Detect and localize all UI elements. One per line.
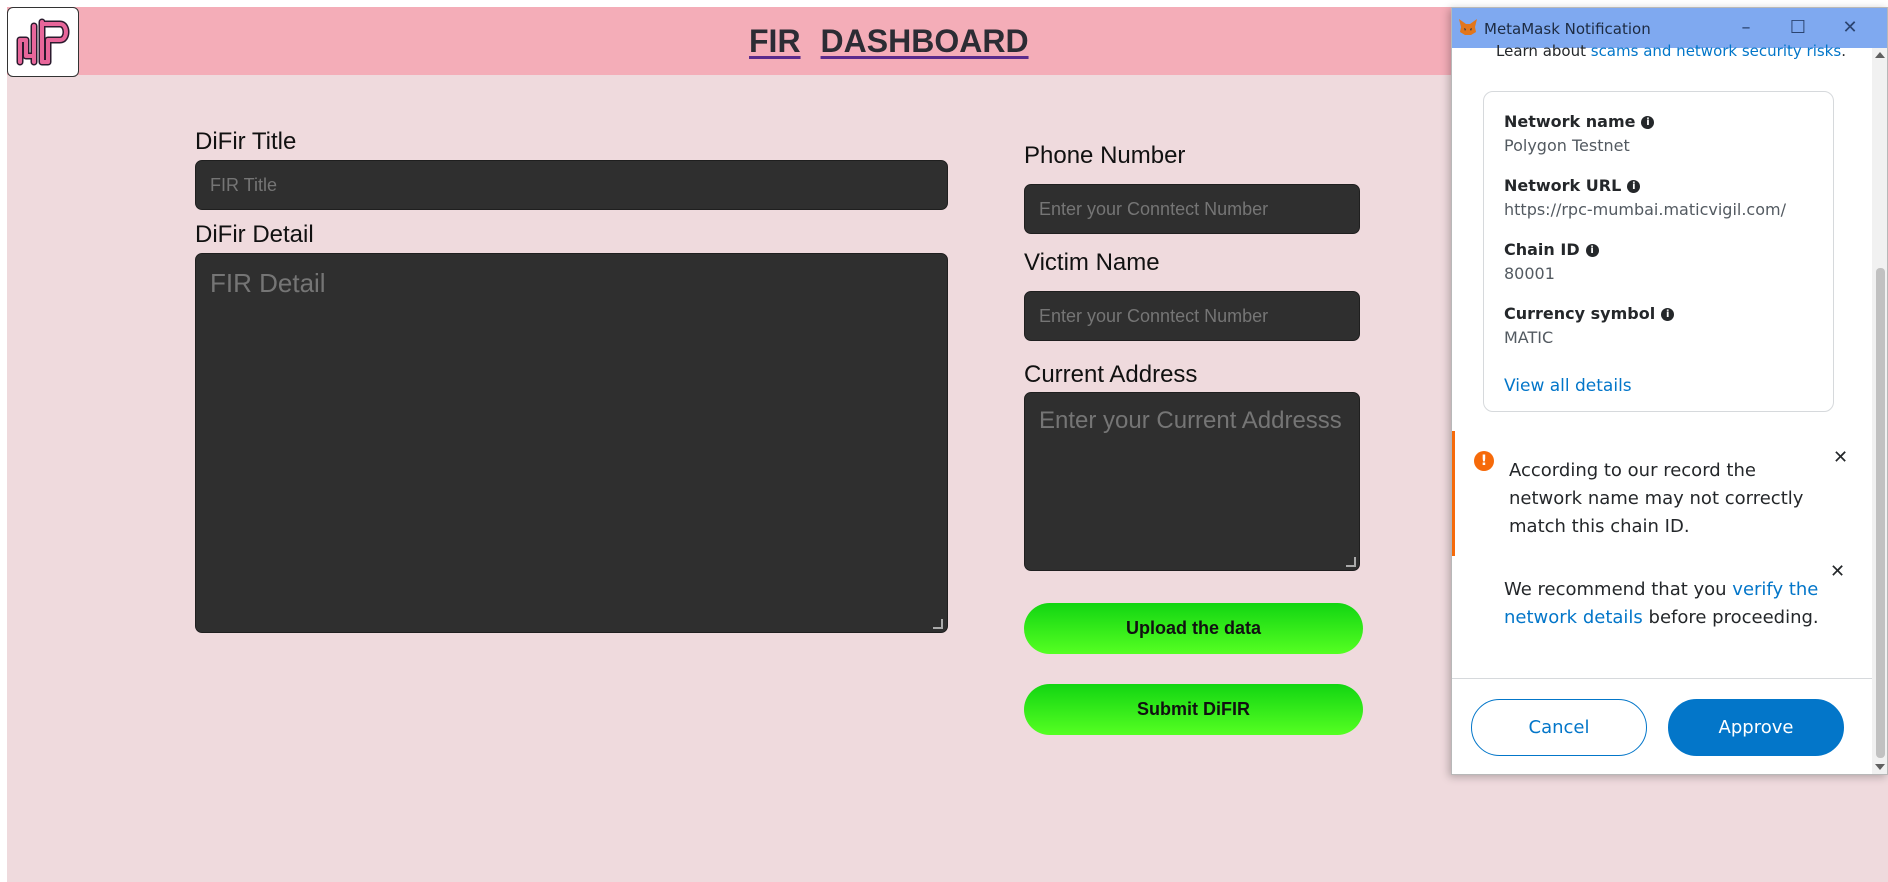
warning-text: According to our record the network name… [1509,460,1804,537]
difir-title-input[interactable] [195,160,948,210]
upload-data-button[interactable]: Upload the data [1024,603,1363,654]
minimize-icon[interactable]: – [1734,16,1758,40]
current-address-label: Current Address [1024,361,1198,388]
current-address-textarea[interactable] [1024,392,1360,571]
warning-icon: ! [1474,451,1494,471]
page-title: FIR DASHBOARD [749,23,1029,60]
difir-detail-label: DiFir Detail [195,221,314,248]
view-all-details-link[interactable]: View all details [1504,376,1632,396]
metamask-fox-icon [1459,19,1477,35]
info-icon[interactable]: i [1627,180,1641,193]
recommendation-text: We recommend that you verify the network… [1504,576,1834,632]
scrollbar[interactable] [1872,48,1887,774]
info-icon[interactable]: i [1661,308,1675,321]
dp-logo-icon[interactable] [7,7,79,77]
network-url-key: Network URL i [1504,176,1641,195]
chain-id-key: Chain ID i [1504,240,1599,259]
network-url-label: Network URL [1504,176,1622,195]
scroll-down-icon[interactable] [1875,764,1885,770]
maximize-icon[interactable]: ☐ [1786,16,1810,40]
victim-name-input[interactable] [1024,291,1360,341]
phone-number-label: Phone Number [1024,142,1186,169]
security-info-suffix: . [1841,42,1846,60]
currency-symbol-key: Currency symbol i [1504,304,1675,323]
metamask-notification-window: MetaMask Notification – ☐ ✕ Learn about … [1451,7,1888,775]
title-dashboard[interactable]: DASHBOARD [821,23,1029,59]
resize-grip-icon[interactable] [1346,557,1356,567]
window-title: MetaMask Notification [1484,20,1651,38]
network-name-value: Polygon Testnet [1504,136,1630,155]
chain-id-label: Chain ID [1504,240,1580,259]
network-details-card: Network name i Polygon Testnet Network UR… [1483,91,1834,412]
cancel-button[interactable]: Cancel [1471,699,1647,756]
recommendation-prefix: We recommend that you [1504,579,1733,600]
approve-button[interactable]: Approve [1668,699,1844,756]
submit-difir-button[interactable]: Submit DiFIR [1024,684,1363,735]
difir-detail-textarea[interactable] [195,253,948,633]
resize-grip-icon[interactable] [933,619,943,629]
phone-number-input[interactable] [1024,184,1360,234]
difir-title-label: DiFir Title [195,128,297,155]
divider [1452,678,1872,679]
network-warning-alert: ! According to our record the network na… [1452,431,1872,556]
scrollbar-thumb[interactable] [1876,268,1885,758]
title-fir[interactable]: FIR [749,23,801,59]
chain-id-value: 80001 [1504,264,1555,283]
scroll-up-icon[interactable] [1875,52,1885,58]
security-risks-link[interactable]: scams and network security risks [1591,42,1841,60]
recommendation-suffix: before proceeding. [1642,607,1819,628]
security-info-text: Learn about scams and network security r… [1496,42,1846,60]
currency-symbol-value: MATIC [1504,328,1554,347]
network-url-value: https://rpc-mumbai.maticvigil.com/ [1504,200,1786,219]
info-icon[interactable]: i [1585,244,1599,257]
info-icon[interactable]: i [1641,116,1655,129]
close-window-icon[interactable]: ✕ [1838,16,1862,40]
network-name-key: Network name i [1504,112,1655,131]
security-info-prefix: Learn about [1496,42,1591,60]
currency-symbol-label: Currency symbol [1504,304,1656,323]
victim-name-label: Victim Name [1024,249,1160,276]
network-name-label: Network name [1504,112,1636,131]
close-alert-icon[interactable]: ✕ [1833,447,1848,468]
